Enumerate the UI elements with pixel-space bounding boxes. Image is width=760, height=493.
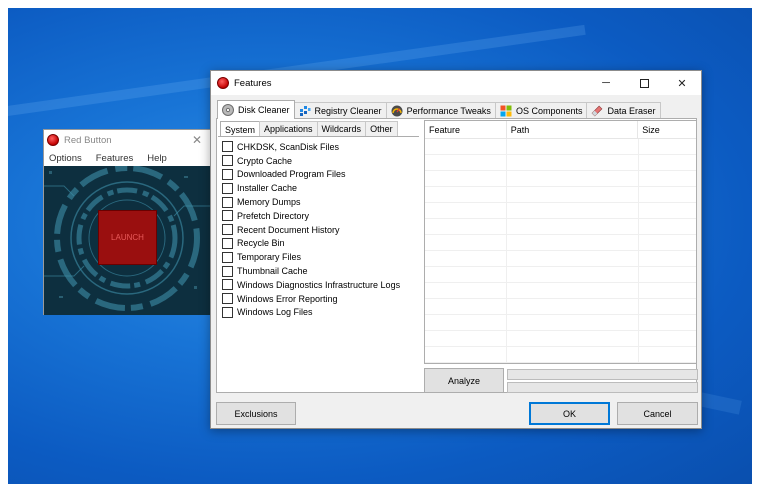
progress-bar	[507, 382, 698, 393]
checkbox-label: Windows Error Reporting	[237, 293, 338, 304]
red-button-titlebar[interactable]: Red Button ✕	[44, 130, 210, 150]
checkbox-label: Installer Cache	[237, 183, 298, 194]
checkbox[interactable]	[222, 237, 233, 249]
tab-os-components[interactable]: OS Components	[494, 102, 588, 119]
analyze-button[interactable]: Analyze	[424, 368, 504, 393]
speedometer-icon	[391, 105, 403, 117]
column-header-path[interactable]: Path	[507, 121, 639, 138]
checkbox-label: Windows Log Files	[237, 307, 313, 318]
checkbox-item[interactable]: Recent Document History	[222, 223, 419, 237]
tab-registry-cleaner[interactable]: Registry Cleaner	[293, 102, 387, 119]
checkbox-item[interactable]: Windows Error Reporting	[222, 292, 419, 306]
menu-features[interactable]: Features	[96, 153, 134, 164]
features-titlebar[interactable]: Features ─ ✕	[211, 71, 701, 95]
checkbox-item[interactable]: Windows Diagnostics Infrastructure Logs	[222, 278, 419, 292]
checkbox-label: Crypto Cache	[237, 155, 293, 166]
checkbox-item[interactable]: Downloaded Program Files	[222, 168, 419, 182]
progress-bar	[507, 369, 698, 380]
checkbox-label: Temporary Files	[237, 252, 302, 263]
checkbox-item[interactable]: Temporary Files	[222, 250, 419, 264]
desktop-background: Red Button ✕ Options Features Help LAUNC…	[8, 8, 752, 484]
disk-cleaner-panel: System Applications Wildcards Other CHKD…	[216, 118, 698, 393]
checkbox-item[interactable]: Recycle Bin	[222, 237, 419, 251]
tab-performance-tweaks[interactable]: Performance Tweaks	[385, 102, 496, 119]
column-header-feature[interactable]: Feature	[425, 121, 507, 138]
results-table: Feature Path Size	[424, 120, 697, 364]
checkbox-item[interactable]: Crypto Cache	[222, 154, 419, 168]
ok-button[interactable]: OK	[529, 402, 610, 425]
checkbox-label: Memory Dumps	[237, 197, 301, 208]
checkbox-label: Thumbnail Cache	[237, 266, 308, 277]
category-subtabs: System Applications Wildcards Other	[220, 121, 398, 137]
checkbox[interactable]	[222, 196, 233, 208]
minimize-icon[interactable]: ─	[587, 71, 625, 95]
checkbox[interactable]	[222, 182, 233, 194]
column-header-size[interactable]: Size	[638, 121, 696, 138]
eraser-icon	[592, 105, 603, 117]
disk-icon	[222, 104, 234, 116]
subtab-other[interactable]: Other	[365, 121, 398, 136]
feature-tabs: Disk Cleaner Registry Cleaner Performanc…	[217, 100, 661, 119]
checkbox[interactable]	[222, 155, 233, 167]
checkbox-item[interactable]: Thumbnail Cache	[222, 264, 419, 278]
launch-button[interactable]: LAUNCH	[98, 210, 157, 265]
checkbox[interactable]	[222, 210, 233, 222]
tab-label: Disk Cleaner	[238, 105, 290, 115]
subtab-system[interactable]: System	[220, 121, 261, 137]
checkbox[interactable]	[222, 306, 233, 318]
subtab-applications[interactable]: Applications	[259, 121, 318, 136]
checkbox[interactable]	[222, 265, 233, 277]
close-icon[interactable]: ✕	[184, 133, 210, 147]
red-button-menubar: Options Features Help	[44, 150, 210, 166]
red-button-app-icon	[47, 134, 59, 146]
features-app-icon	[217, 77, 229, 89]
results-table-body	[425, 139, 696, 363]
checkbox-label: CHKDSK, ScanDisk Files	[237, 141, 340, 152]
checkbox[interactable]	[222, 279, 233, 291]
tab-label: OS Components	[515, 106, 583, 116]
checkbox[interactable]	[222, 224, 233, 236]
checkbox-label: Windows Diagnostics Infrastructure Logs	[237, 279, 401, 290]
tab-label: Data Eraser	[607, 106, 656, 116]
checkbox-item[interactable]: Memory Dumps	[222, 195, 419, 209]
features-window: Features ─ ✕ Disk Cleaner Registry Clean…	[210, 70, 702, 429]
tab-disk-cleaner[interactable]: Disk Cleaner	[217, 100, 295, 119]
checkbox[interactable]	[222, 293, 233, 305]
checkbox[interactable]	[222, 141, 233, 153]
close-icon[interactable]: ✕	[663, 71, 701, 95]
checkbox[interactable]	[222, 251, 233, 263]
registry-icon	[299, 106, 311, 116]
launch-panel-background: LAUNCH	[44, 166, 210, 315]
menu-help[interactable]: Help	[147, 153, 167, 164]
checkbox-label: Prefetch Directory	[237, 210, 310, 221]
system-checklist: CHKDSK, ScanDisk Files Crypto Cache Down…	[218, 137, 419, 319]
subtab-wildcards[interactable]: Wildcards	[316, 121, 367, 136]
red-button-window: Red Button ✕ Options Features Help LAUNC…	[43, 129, 211, 315]
exclusions-button[interactable]: Exclusions	[216, 402, 296, 425]
checkbox-label: Recent Document History	[237, 224, 340, 235]
tab-data-eraser[interactable]: Data Eraser	[586, 102, 661, 119]
tab-label: Performance Tweaks	[406, 106, 491, 116]
checkbox-label: Recycle Bin	[237, 238, 285, 249]
checkbox-item[interactable]: CHKDSK, ScanDisk Files	[222, 140, 419, 154]
features-window-title: Features	[234, 77, 272, 89]
checkbox-item[interactable]: Installer Cache	[222, 181, 419, 195]
results-table-header: Feature Path Size	[425, 121, 696, 139]
checkbox-item[interactable]: Windows Log Files	[222, 306, 419, 320]
checkbox[interactable]	[222, 168, 233, 180]
system-items-panel: CHKDSK, ScanDisk Files Crypto Cache Down…	[218, 136, 419, 392]
cancel-button[interactable]: Cancel	[617, 402, 698, 425]
menu-options[interactable]: Options	[49, 153, 82, 164]
checkbox-item[interactable]: Prefetch Directory	[222, 209, 419, 223]
windows-logo-icon	[500, 105, 512, 117]
red-button-window-title: Red Button	[64, 134, 112, 146]
checkbox-label: Downloaded Program Files	[237, 169, 346, 180]
tab-label: Registry Cleaner	[314, 106, 382, 116]
maximize-icon[interactable]	[625, 71, 663, 95]
